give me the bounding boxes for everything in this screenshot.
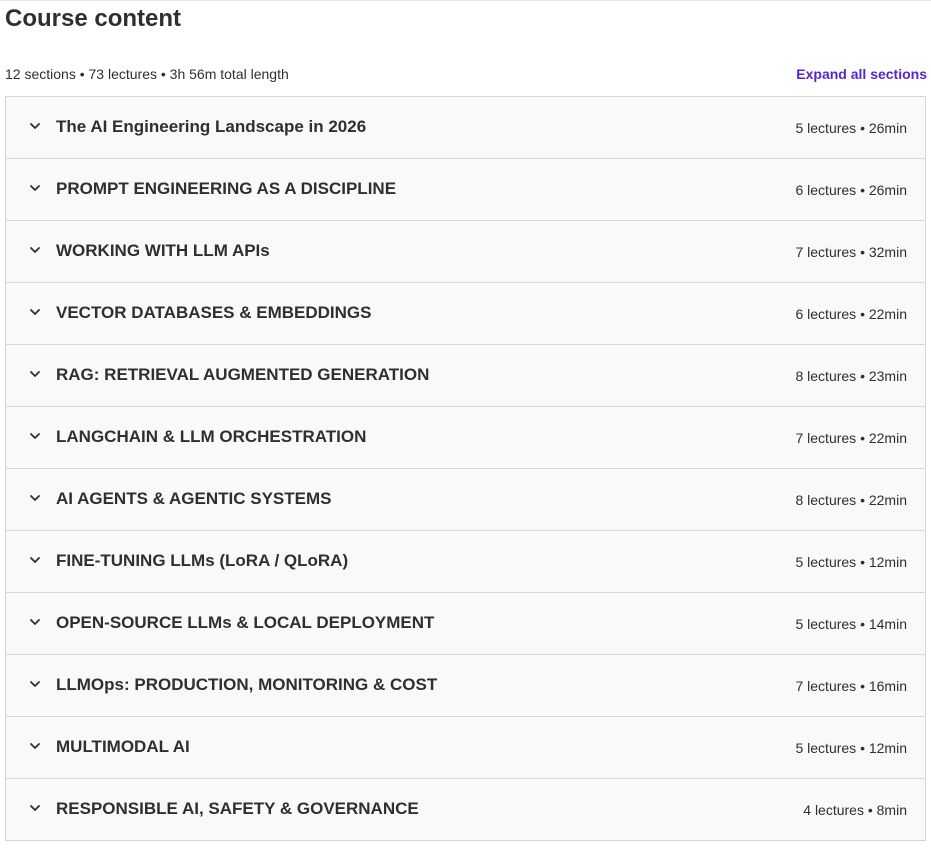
section-item[interactable]: FINE-TUNING LLMs (LoRA / QLoRA) 5 lectur… bbox=[6, 531, 925, 593]
section-meta: 4 lectures • 8min bbox=[803, 802, 907, 818]
section-title: AI AGENTS & AGENTIC SYSTEMS bbox=[56, 489, 332, 508]
section-meta: 7 lectures • 16min bbox=[795, 678, 907, 694]
sections-list: The AI Engineering Landscape in 2026 5 l… bbox=[5, 96, 926, 841]
section-meta: 5 lectures • 12min bbox=[795, 740, 907, 756]
section-title: LLMOps: PRODUCTION, MONITORING & COST bbox=[56, 675, 438, 694]
section-item[interactable]: LANGCHAIN & LLM ORCHESTRATION 7 lectures… bbox=[6, 407, 925, 469]
section-item[interactable]: PROMPT ENGINEERING AS A DISCIPLINE 6 lec… bbox=[6, 159, 925, 221]
section-item[interactable]: OPEN-SOURCE LLMs & LOCAL DEPLOYMENT 5 le… bbox=[6, 593, 925, 655]
chevron-down-icon bbox=[28, 119, 44, 135]
section-meta: 8 lectures • 23min bbox=[795, 368, 907, 384]
page-title: Course content bbox=[5, 5, 182, 32]
top-divider bbox=[0, 0, 931, 1]
chevron-down-icon bbox=[28, 367, 44, 383]
section-item[interactable]: MULTIMODAL AI 5 lectures • 12min bbox=[6, 717, 925, 779]
chevron-down-icon bbox=[28, 553, 44, 569]
chevron-down-icon bbox=[28, 305, 44, 321]
section-title: The AI Engineering Landscape in 2026 bbox=[56, 117, 367, 136]
chevron-down-icon bbox=[28, 429, 44, 445]
course-summary-row: 12 sections • 73 lectures • 3h 56m total… bbox=[5, 64, 927, 84]
section-item[interactable]: The AI Engineering Landscape in 2026 5 l… bbox=[6, 97, 925, 159]
section-item[interactable]: LLMOps: PRODUCTION, MONITORING & COST 7 … bbox=[6, 655, 925, 717]
chevron-down-icon bbox=[28, 181, 44, 197]
section-title: MULTIMODAL AI bbox=[56, 737, 190, 756]
section-item[interactable]: AI AGENTS & AGENTIC SYSTEMS 8 lectures •… bbox=[6, 469, 925, 531]
section-title: PROMPT ENGINEERING AS A DISCIPLINE bbox=[56, 179, 397, 198]
section-meta: 6 lectures • 22min bbox=[795, 306, 907, 322]
chevron-down-icon bbox=[28, 243, 44, 259]
section-item[interactable]: RAG: RETRIEVAL AUGMENTED GENERATION 8 le… bbox=[6, 345, 925, 407]
section-item[interactable]: WORKING WITH LLM APIs 7 lectures • 32min bbox=[6, 221, 925, 283]
section-meta: 7 lectures • 22min bbox=[795, 430, 907, 446]
section-title: WORKING WITH LLM APIs bbox=[56, 241, 270, 260]
section-title: RESPONSIBLE AI, SAFETY & GOVERNANCE bbox=[56, 799, 419, 818]
course-summary: 12 sections • 73 lectures • 3h 56m total… bbox=[5, 66, 289, 82]
chevron-down-icon bbox=[28, 615, 44, 631]
chevron-down-icon bbox=[28, 801, 44, 817]
section-meta: 8 lectures • 22min bbox=[795, 492, 907, 508]
section-item[interactable]: VECTOR DATABASES & EMBEDDINGS 6 lectures… bbox=[6, 283, 925, 345]
section-title: RAG: RETRIEVAL AUGMENTED GENERATION bbox=[56, 365, 430, 384]
section-meta: 6 lectures • 26min bbox=[795, 182, 907, 198]
section-item[interactable]: RESPONSIBLE AI, SAFETY & GOVERNANCE 4 le… bbox=[6, 779, 925, 841]
section-meta: 7 lectures • 32min bbox=[795, 244, 907, 260]
section-meta: 5 lectures • 26min bbox=[795, 120, 907, 136]
chevron-down-icon bbox=[28, 491, 44, 507]
section-title: FINE-TUNING LLMs (LoRA / QLoRA) bbox=[56, 551, 349, 570]
section-title: LANGCHAIN & LLM ORCHESTRATION bbox=[56, 427, 367, 446]
section-title: VECTOR DATABASES & EMBEDDINGS bbox=[56, 303, 372, 322]
section-meta: 5 lectures • 12min bbox=[795, 554, 907, 570]
chevron-down-icon bbox=[28, 677, 44, 693]
section-meta: 5 lectures • 14min bbox=[795, 616, 907, 632]
chevron-down-icon bbox=[28, 739, 44, 755]
section-title: OPEN-SOURCE LLMs & LOCAL DEPLOYMENT bbox=[56, 613, 435, 632]
expand-all-sections-button[interactable]: Expand all sections bbox=[796, 64, 927, 84]
